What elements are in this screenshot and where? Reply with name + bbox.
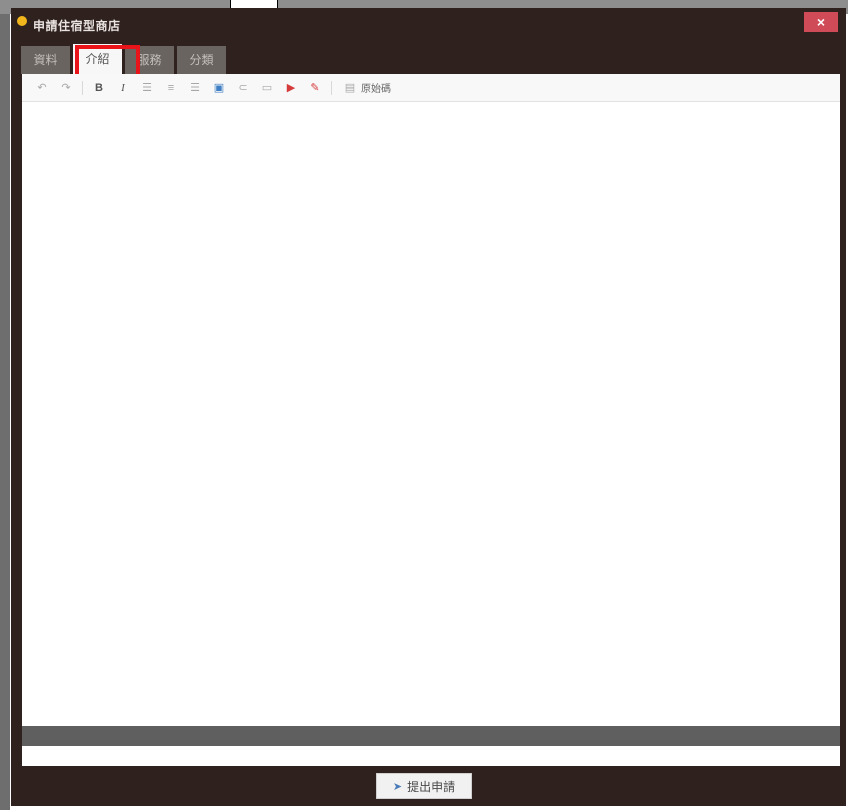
tab-bar: 資料 介紹 服務 分類	[21, 44, 226, 74]
undo-icon[interactable]: ↶	[34, 80, 50, 96]
align-left-icon[interactable]: ☰	[139, 80, 155, 96]
close-button[interactable]: ×	[804, 12, 838, 32]
send-icon: ➤	[392, 780, 403, 793]
source-icon: ▤	[344, 82, 356, 94]
toolbar-divider	[82, 80, 83, 95]
dialog-titlebar: 申請住宿型商店 ×	[11, 8, 846, 38]
editor-content-area[interactable]	[22, 103, 840, 726]
tab-info[interactable]: 資料	[21, 46, 70, 74]
source-button[interactable]: ▤ 原始碼	[342, 80, 391, 96]
tab-intro[interactable]: 介紹	[73, 44, 122, 74]
app-dot-icon	[17, 16, 27, 26]
source-label: 原始碼	[361, 84, 391, 95]
background-left	[0, 14, 10, 810]
rich-text-editor: ↶ ↷ B I ☰ ≡ ☰ ▣ ⊂ ▭ ▶ ✎ ▤ 原始碼	[22, 74, 840, 726]
image-icon[interactable]: ▣	[211, 80, 227, 96]
align-center-icon[interactable]: ≡	[163, 80, 179, 96]
redo-icon[interactable]: ↷	[58, 80, 74, 96]
editor-status-bar	[22, 726, 840, 746]
tab-category[interactable]: 分類	[177, 46, 226, 74]
align-right-icon[interactable]: ☰	[187, 80, 203, 96]
video-icon[interactable]: ▶	[283, 80, 299, 96]
apply-dialog: 申請住宿型商店 × 資料 介紹 服務 分類 ↶ ↷ B I ☰ ≡ ☰ ▣ ⊂ …	[11, 8, 846, 806]
bold-icon[interactable]: B	[91, 80, 107, 96]
submit-label: 提出申請	[407, 779, 456, 794]
editor-toolbar: ↶ ↷ B I ☰ ≡ ☰ ▣ ⊂ ▭ ▶ ✎ ▤ 原始碼	[22, 74, 840, 102]
eraser-icon[interactable]: ✎	[307, 80, 323, 96]
toolbar-divider	[331, 80, 332, 95]
tab-services[interactable]: 服務	[125, 46, 174, 74]
editor-resize-bar	[22, 746, 840, 766]
dialog-title: 申請住宿型商店	[33, 19, 121, 33]
italic-icon[interactable]: I	[115, 80, 131, 96]
table-icon[interactable]: ▭	[259, 80, 275, 96]
submit-application-button[interactable]: ➤ 提出申請	[376, 773, 472, 799]
link-icon[interactable]: ⊂	[235, 80, 251, 96]
